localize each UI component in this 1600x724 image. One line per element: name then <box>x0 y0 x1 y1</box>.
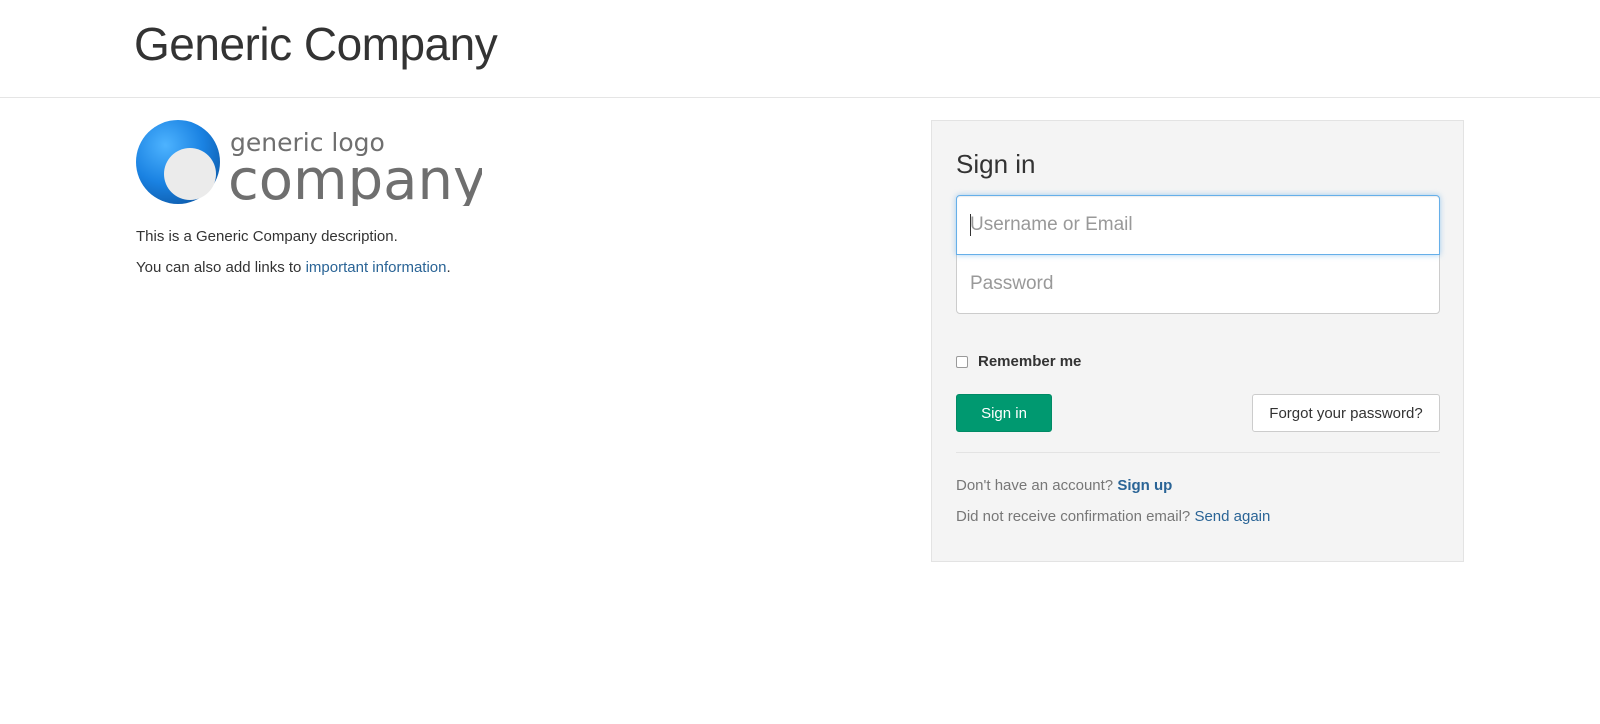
description-links: You can also add links to important info… <box>136 258 836 278</box>
divider <box>956 452 1440 453</box>
site-header: Generic Company <box>0 0 1600 98</box>
signin-panel: Sign in Remember me Sign in Forgot your … <box>931 120 1464 562</box>
confirm-prompt-text: Did not receive confirmation email? <box>956 508 1195 525</box>
signin-title: Sign in <box>956 149 1036 179</box>
important-information-link[interactable]: important information <box>306 259 447 276</box>
logo-inner-circle <box>164 148 216 200</box>
description-links-prefix: You can also add links to <box>136 259 306 276</box>
company-logo: generic logo company <box>136 120 482 206</box>
confirm-prompt: Did not receive confirmation email? Send… <box>956 507 1270 527</box>
remember-me-label[interactable]: Remember me <box>978 353 1081 370</box>
site-title: Generic Company <box>134 18 498 70</box>
remember-me-checkbox[interactable] <box>956 355 968 368</box>
forgot-password-button[interactable]: Forgot your password? <box>1252 394 1440 432</box>
company-description: This is a Generic Company description. Y… <box>136 227 836 289</box>
password-input[interactable] <box>956 254 1440 314</box>
username-input[interactable] <box>956 195 1440 255</box>
description-text: This is a Generic Company description. <box>136 228 398 245</box>
signup-prompt: Don't have an account? Sign up <box>956 476 1172 496</box>
signin-button[interactable]: Sign in <box>956 394 1052 432</box>
text-cursor <box>970 214 971 236</box>
send-again-link[interactable]: Send again <box>1194 508 1270 525</box>
remember-me[interactable]: Remember me <box>956 353 1081 370</box>
logo-text-bottom: company <box>228 148 482 206</box>
logo-graphic: generic logo company <box>136 120 482 206</box>
signup-link[interactable]: Sign up <box>1117 477 1172 494</box>
signup-prompt-text: Don't have an account? <box>956 477 1118 494</box>
description-links-suffix: . <box>446 259 451 276</box>
